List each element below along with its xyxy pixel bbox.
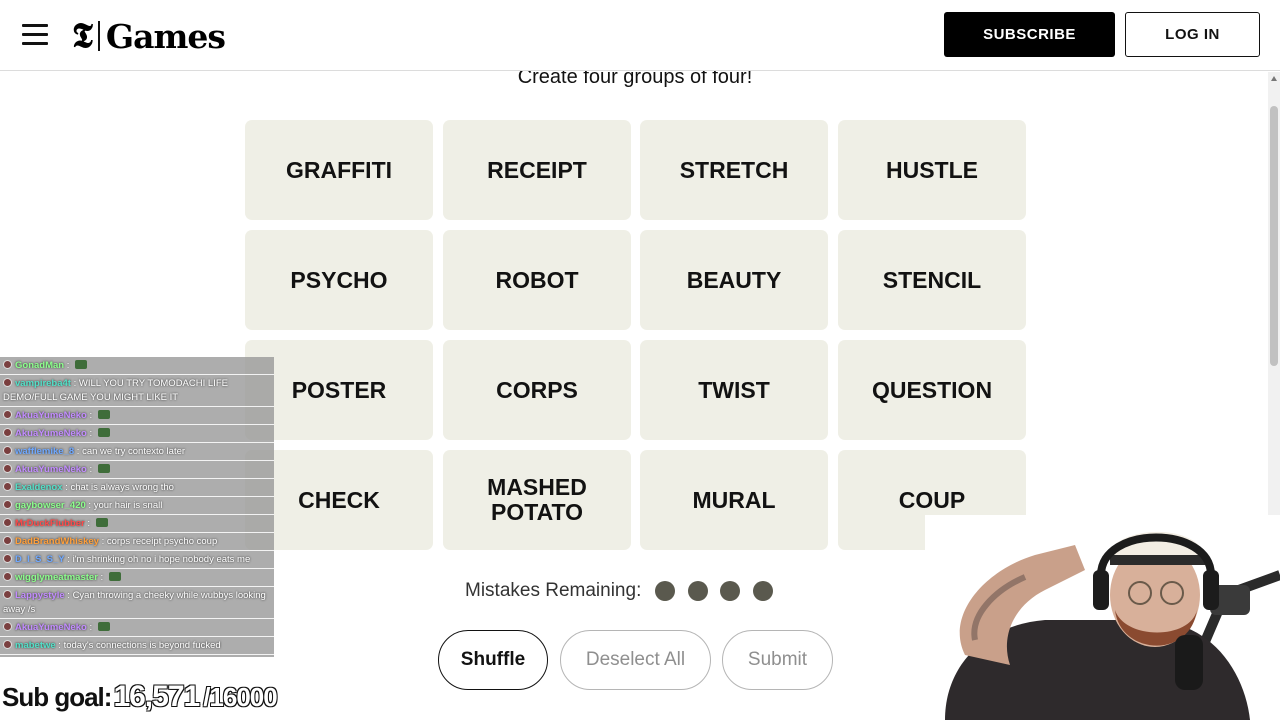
- logo-games-text: Games: [105, 16, 226, 56]
- word-tile[interactable]: ROBOT: [443, 230, 631, 330]
- chat-message: AkuaYumeNeko :: [0, 461, 274, 479]
- chat-message: AkuaYumeNeko :: [0, 425, 274, 443]
- word-tile[interactable]: PSYCHO: [245, 230, 433, 330]
- chat-message: MrDuckFlubber :: [0, 515, 274, 533]
- deselect-all-button[interactable]: Deselect All: [560, 630, 711, 690]
- chat-text: corps receipt psycho coup: [106, 536, 218, 547]
- microphone: [1175, 635, 1203, 690]
- word-tile[interactable]: STENCIL: [838, 230, 1026, 330]
- chat-message: vampireba4t : WILL YOU TRY TOMODACHI LIF…: [0, 375, 274, 407]
- chat-badge-icon: [3, 500, 12, 509]
- chat-text: chat is always wrong tho: [70, 482, 174, 493]
- word-tile[interactable]: BEAUTY: [640, 230, 828, 330]
- mistake-dot: [752, 581, 773, 601]
- word-tile[interactable]: MURAL: [640, 450, 828, 550]
- chat-username: DadBrandWhiskey: [15, 536, 99, 547]
- chat-badge-icon: [3, 410, 12, 419]
- chat-username: mabetwe: [15, 640, 56, 651]
- chat-username: vampireba4t: [15, 378, 71, 389]
- chat-badge-icon: [3, 590, 12, 599]
- chat-badge-icon: [3, 554, 12, 563]
- chat-username: wafflemike_8: [15, 446, 75, 457]
- chat-message: wigglymeatmaster :: [0, 569, 274, 587]
- login-button[interactable]: LOG IN: [1125, 12, 1260, 57]
- chat-message: gaybowser_420 : your hair is snall: [0, 497, 274, 515]
- nyt-games-logo[interactable]: 𝕿 Games: [72, 14, 226, 58]
- chat-emote-icon: [95, 518, 108, 527]
- chat-username: AkuaYumeNeko: [15, 622, 87, 633]
- scroll-up-arrow-icon[interactable]: [1271, 76, 1277, 81]
- scrollbar-thumb[interactable]: [1270, 106, 1278, 366]
- chat-emote-icon: [97, 428, 110, 437]
- chat-message: AkuaYumeNeko :: [0, 619, 274, 637]
- chat-text: can we try contexto later: [82, 446, 186, 457]
- chat-badge-icon: [3, 464, 12, 473]
- chat-username: GonadMan: [15, 360, 65, 371]
- chat-emote-icon: [108, 572, 121, 581]
- submit-button[interactable]: Submit: [722, 630, 833, 690]
- chat-emote-icon: [97, 622, 110, 631]
- chat-username: AkuaYumeNeko: [15, 428, 87, 439]
- word-tile[interactable]: RECEIPT: [443, 120, 631, 220]
- chat-badge-icon: [3, 518, 12, 527]
- mistake-dot: [655, 581, 676, 601]
- chat-badge-icon: [3, 428, 12, 437]
- chat-badge-icon: [3, 446, 12, 455]
- chat-message: GonadMan :: [0, 357, 274, 375]
- chat-text: your hair is snall: [93, 500, 163, 511]
- chat-username: wigglymeatmaster: [15, 572, 98, 583]
- hamburger-menu-icon[interactable]: [22, 24, 48, 46]
- shuffle-button[interactable]: Shuffle: [438, 630, 548, 690]
- sub-goal-value: 16,571: [113, 680, 200, 713]
- chat-username: AkuaYumeNeko: [15, 410, 87, 421]
- word-tile[interactable]: GRAFFITI: [245, 120, 433, 220]
- mistakes-label: Mistakes Remaining:: [465, 580, 642, 601]
- sub-goal-label: Sub goal:: [2, 682, 112, 712]
- word-tile[interactable]: STRETCH: [640, 120, 828, 220]
- chat-text: today's connections is beyond fucked: [63, 640, 221, 651]
- chat-badge-icon: [3, 482, 12, 491]
- mistake-dot: [720, 581, 741, 601]
- chat-message: D_I_S_S_Y : i'm shrinking oh no i hope n…: [0, 551, 274, 569]
- chat-message: DadBrandWhiskey : corps receipt psycho c…: [0, 533, 274, 551]
- chat-username: AkuaYumeNeko: [15, 464, 87, 475]
- chat-emote-icon: [97, 410, 110, 419]
- chat-message: AkuaYumeNeko :: [0, 407, 274, 425]
- word-tile[interactable]: TWIST: [640, 340, 828, 440]
- chat-text: i'm shrinking oh no i hope nobody eats m…: [72, 554, 251, 565]
- connections-grid: GRAFFITI RECEIPT STRETCH HUSTLE PSYCHO R…: [245, 120, 1026, 550]
- chat-message: Lappystyle : Cyan throwing a cheeky whil…: [0, 587, 274, 619]
- subscribe-button[interactable]: SUBSCRIBE: [944, 12, 1115, 57]
- word-tile[interactable]: HUSTLE: [838, 120, 1026, 220]
- chat-emote-icon: [75, 360, 88, 369]
- chat-username: Exaldenox: [15, 482, 63, 493]
- stream-chat-overlay: GonadMan : vampireba4t : WILL YOU TRY TO…: [0, 357, 274, 657]
- sub-goal-target: /16000: [203, 682, 278, 712]
- chat-badge-icon: [3, 572, 12, 581]
- chat-username: gaybowser_420: [15, 500, 86, 511]
- streamer-webcam-image: [925, 515, 1280, 720]
- mistakes-remaining: Mistakes Remaining:: [465, 578, 785, 604]
- sub-goal-counter: Sub goal: 16,571 /16000: [2, 680, 278, 718]
- chat-badge-icon: [3, 536, 12, 545]
- chat-username: D_I_S_S_Y: [15, 554, 65, 565]
- logo-divider: [97, 21, 100, 51]
- chat-emote-icon: [97, 464, 110, 473]
- chat-badge-icon: [3, 622, 12, 631]
- chat-message: Exaldenox : chat is always wrong tho: [0, 479, 274, 497]
- chat-badge-icon: [3, 378, 12, 387]
- word-tile[interactable]: MASHED POTATO: [443, 450, 631, 550]
- chat-username: Lappystyle: [15, 590, 65, 601]
- chat-message: wafflemike_8 : can we try contexto later: [0, 443, 274, 461]
- top-nav-bar: 𝕿 Games SUBSCRIBE LOG IN: [0, 0, 1280, 71]
- nyt-logo-mark: 𝕿: [72, 16, 93, 56]
- word-tile[interactable]: QUESTION: [838, 340, 1026, 440]
- word-tile[interactable]: CORPS: [443, 340, 631, 440]
- chat-badge-icon: [3, 360, 12, 369]
- chat-message: mabetwe : today's connections is beyond …: [0, 637, 274, 655]
- chat-username: MrDuckFlubber: [15, 518, 85, 529]
- mistake-dot: [687, 581, 708, 601]
- chat-badge-icon: [3, 640, 12, 649]
- mistake-dots: [655, 581, 785, 601]
